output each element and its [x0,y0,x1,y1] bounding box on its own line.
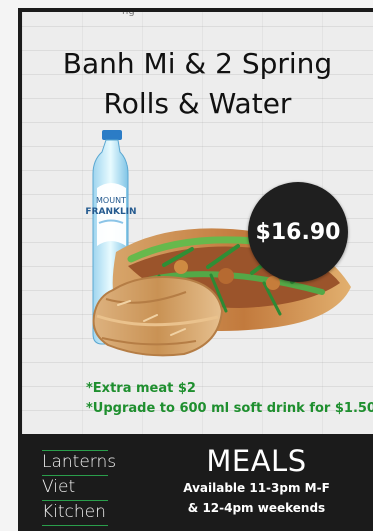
meals-title: MEALS [206,444,307,478]
poster-title: Banh Mi & 2 Spring Rolls & Water [34,44,361,124]
meals-section: MEALS Available 11-3pm M-F & 12-4pm week… [150,444,363,518]
poster-title-line-2: Rolls & Water [103,87,292,120]
brand-line-2: Viet [42,476,108,501]
poster-title-line-1: Banh Mi & 2 Spring [62,47,333,80]
drink-upgrade-note: *Upgrade to 600 ml soft drink for $1.50 [86,401,373,416]
bottle-brand-line-1: MOUNT [96,196,126,205]
brand-line-1: Lanterns [42,450,116,476]
extra-meat-note: *Extra meat $2 [86,381,196,396]
meal-notes: *Extra meat $2 *Upgrade to 600 ml soft d… [86,379,373,419]
bottle-brand-line-2: FRANKLIN [85,207,136,217]
top-text-fragment: ng [122,8,135,17]
menu-poster: ng Banh Mi & 2 Spring Rolls & Water MOUN… [18,8,373,531]
brand-logo: Lanterns Viet Kitchen [42,450,116,526]
meal-hours-weekend: & 12-4pm weekends [187,501,326,515]
brand-line-3: Kitchen [42,501,108,526]
meal-hours-weekday: Available 11-3pm M-F [183,481,330,495]
footer-banner: Lanterns Viet Kitchen MEALS Available 11… [22,434,373,531]
price-badge: $16.90 [248,182,348,282]
